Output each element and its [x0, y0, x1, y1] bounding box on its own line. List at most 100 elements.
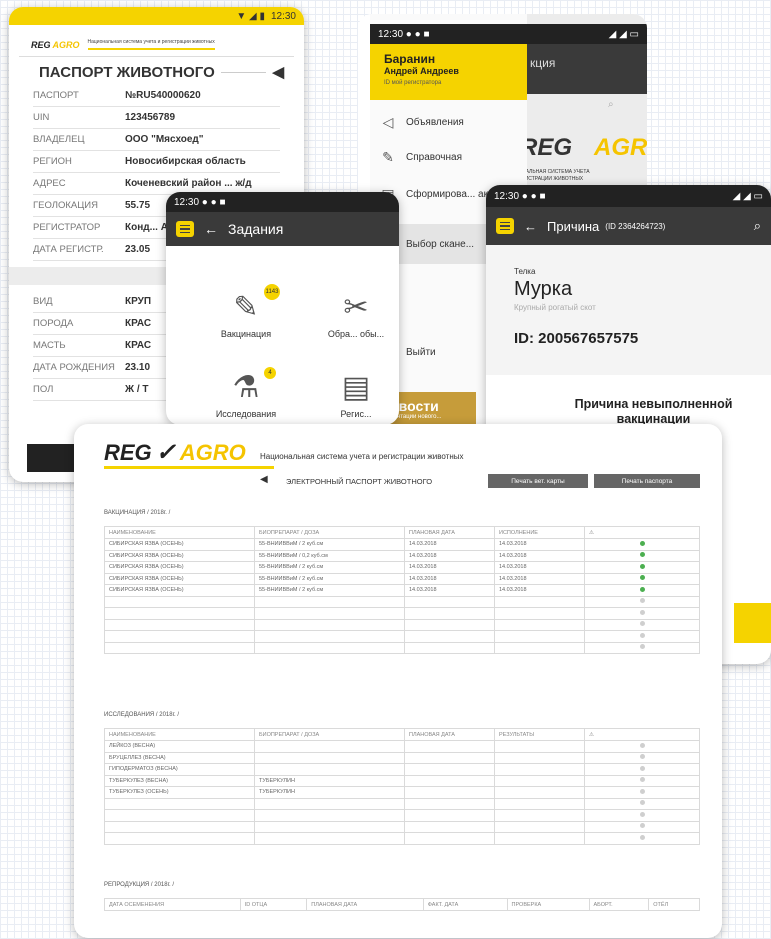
table-cell [584, 618, 700, 631]
column-header: ⚠ [584, 728, 700, 741]
toolbar: ← Причина (ID 2364264723) ⌕ [486, 207, 771, 245]
table-row[interactable] [104, 809, 700, 822]
table-cell [254, 820, 405, 833]
task-treatment[interactable]: ✂ Обра... обы... [316, 287, 396, 339]
page-title: Задания [228, 221, 284, 237]
table-cell [494, 809, 585, 822]
table-row[interactable]: СИБИРСКАЯ ЯЗВА (ОСЕНЬ) 55-ВНИИВВиМ / 2 ку… [104, 572, 700, 585]
table-cell [584, 786, 700, 799]
field-label: МАСТЬ [33, 340, 66, 351]
count-badge: 4 [264, 367, 276, 379]
arrow-left-icon[interactable]: ◀ [272, 63, 284, 81]
menu-item-reference[interactable]: ✎ Справочная [380, 149, 462, 166]
table-cell [254, 618, 405, 631]
table-cell [404, 607, 495, 620]
table-cell [404, 786, 495, 799]
table-cell [404, 641, 495, 654]
table-row[interactable]: ТУБЕРКУЛЕЗ (ОСЕНЬ) ТУБЕРКУЛИН [104, 786, 700, 799]
table-cell [254, 607, 405, 620]
table-row[interactable] [104, 595, 700, 608]
table-cell: СИБИРСКАЯ ЯЗВА (ОСЕНЬ) [104, 538, 255, 551]
table-row[interactable] [104, 832, 700, 845]
table-row[interactable]: ГИПОДЕРМАТОЗ (ВЕСНА) [104, 763, 700, 776]
table-cell [584, 584, 700, 597]
table-row[interactable]: СИБИРСКАЯ ЯЗВА (ОСЕНЬ) 55-ВНИИВВиМ / 2 ку… [104, 584, 700, 597]
field-value: КРУП [125, 296, 152, 307]
table-cell [584, 774, 700, 787]
table-cell: СИБИРСКАЯ ЯЗВА (ОСЕНЬ) [104, 584, 255, 597]
status-dot [639, 552, 645, 558]
column-header: ФАКТ. ДАТА [422, 898, 508, 911]
table-row[interactable] [104, 607, 700, 620]
menu-item-ads[interactable]: ◁ Объявления [380, 114, 464, 131]
count-badge: 1143 [264, 284, 280, 300]
status-bar: 12:30 ● ● ■ ◢ ◢ ▭ [370, 24, 647, 44]
megaphone-icon: ◁ [382, 114, 394, 130]
table-row[interactable]: ЛЕЙКОЗ (ВЕСНА) [104, 740, 700, 753]
table-cell [584, 820, 700, 833]
table-cell: 14.03.2018 [494, 538, 585, 551]
action-button[interactable] [734, 603, 771, 643]
back-arrow-icon[interactable]: ← [204, 221, 218, 237]
table-row[interactable] [104, 630, 700, 643]
table-cell [104, 607, 255, 620]
table-cell [254, 630, 405, 643]
table-cell [584, 809, 700, 822]
field-label: АДРЕС [33, 178, 66, 189]
table-cell: ГИПОДЕРМАТОЗ (ВЕСНА) [104, 763, 255, 776]
table-row[interactable]: БРУЦЕЛЛЕЗ (ВЕСНА) [104, 751, 700, 764]
page-title: ЭЛЕКТРОННЫЙ ПАСПОРТ ЖИВОТНОГО [286, 477, 433, 486]
table-cell [494, 641, 585, 654]
table-row[interactable] [104, 641, 700, 654]
field-value: ООО "Мясхоед" [125, 134, 204, 145]
table-header: ДАТА ОСЕМЕНЕНИЯ ID ОТЦА ПЛАНОВАЯ ДАТА ФАКТ.… [104, 898, 700, 911]
table-row[interactable]: СИБИРСКАЯ ЯЗВА (ОСЕНЬ) 55-ВНИИВВиМ / 2 ку… [104, 561, 700, 574]
table-cell: СИБИРСКАЯ ЯЗВА (ОСЕНЬ) [104, 572, 255, 585]
user-card[interactable]: Баранин Андрей Андреев ID мой регистрато… [370, 44, 527, 100]
table-cell [404, 618, 495, 631]
field-value: Новосибирская область [125, 156, 246, 167]
column-header: БИОПРЕПАРАТ / ДОЗА [254, 526, 405, 539]
back-arrow-icon[interactable]: ← [524, 219, 537, 234]
table-row[interactable]: СИБИРСКАЯ ЯЗВА (ОСЕНЬ) 55-ВНИИВВиМ / 2 ку… [104, 538, 700, 551]
table-cell: 14.03.2018 [404, 549, 495, 562]
table-row[interactable]: ТУБЕРКУЛЕЗ (ВЕСНА) ТУБЕРКУЛИН [104, 774, 700, 787]
table-cell [404, 832, 495, 845]
status-dot [639, 586, 645, 592]
field-label: ПАСПОРТ [33, 90, 79, 101]
search-icon[interactable]: ⌕ [754, 218, 761, 234]
table-cell [494, 832, 585, 845]
status-dot [639, 632, 645, 638]
status-dot [639, 823, 645, 829]
table-cell: 14.03.2018 [494, 549, 585, 562]
task-registration[interactable]: ▤ Регис... [316, 367, 396, 419]
table-cell: ТУБЕРКУЛИН [254, 774, 405, 787]
field-label: ДАТА РОЖДЕНИЯ [33, 362, 115, 373]
table-cell [584, 561, 700, 574]
arrow-left-icon[interactable]: ◀ [260, 474, 268, 485]
print-passport-button[interactable]: Печать паспорта [594, 474, 700, 488]
table-cell: 55-ВНИИВВиМ / 0,2 куб.см [254, 549, 405, 562]
field-label: РЕГИСТРАТОР [33, 222, 101, 233]
status-dot [639, 609, 645, 615]
table-cell [104, 630, 255, 643]
wifi-icon: ▼ ◢ ▮ [236, 10, 265, 22]
table-cell: 14.03.2018 [404, 538, 495, 551]
table-row[interactable]: СИБИРСКАЯ ЯЗВА (ОСЕНЬ) 55-ВНИИВВиМ / 0,2 … [104, 549, 700, 562]
field-value: 55.75 [125, 200, 151, 211]
status-bar: ▼ ◢ ▮ 12:30 [9, 7, 304, 25]
status-time: 12:30 [270, 10, 296, 22]
table-cell [584, 751, 700, 764]
field-label: ВЛАДЕЛЕЦ [33, 134, 85, 145]
status-dot [639, 765, 645, 771]
table-row[interactable] [104, 618, 700, 631]
table-cell: 14.03.2018 [404, 561, 495, 574]
table-row[interactable] [104, 797, 700, 810]
status-dot [639, 563, 645, 569]
table-row[interactable] [104, 820, 700, 833]
menu-icon[interactable] [176, 221, 194, 237]
table-cell [584, 549, 700, 562]
field-label: ВИД [33, 296, 53, 307]
menu-icon[interactable] [496, 218, 514, 234]
print-vet-card-button[interactable]: Печать вет. карты [488, 474, 588, 488]
